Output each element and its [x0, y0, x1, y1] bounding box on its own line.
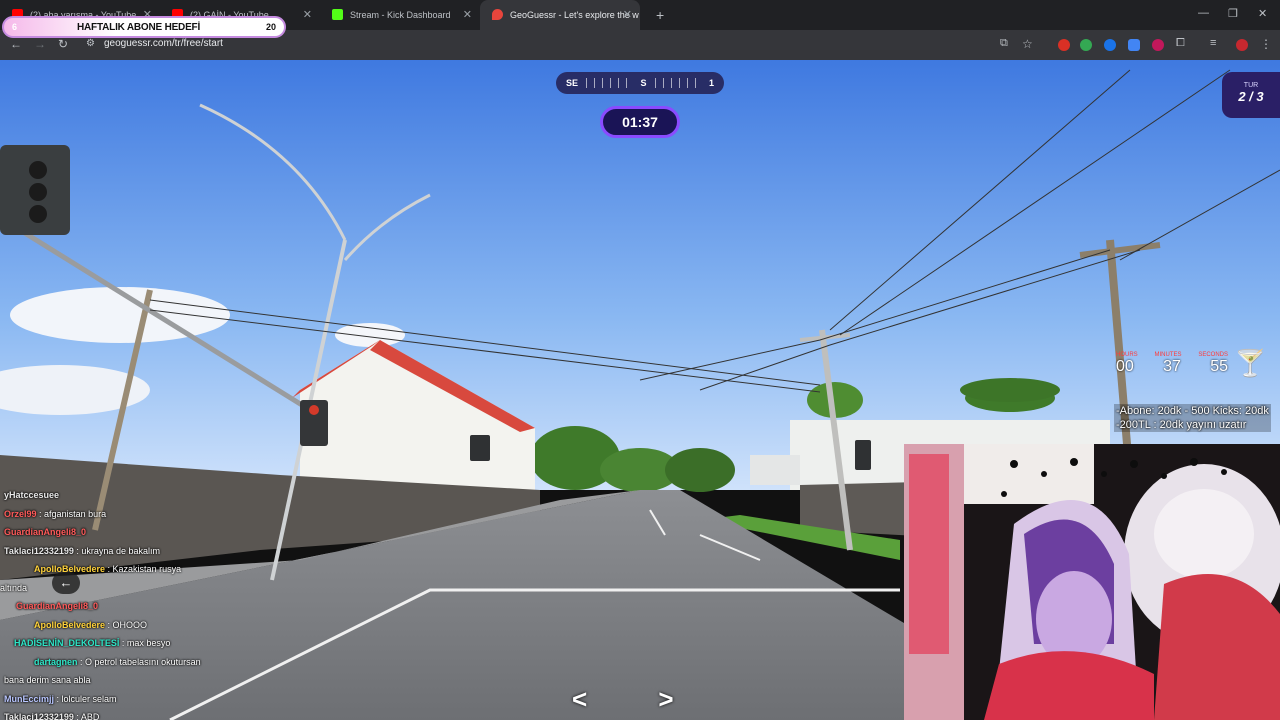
street-nav-arrows: < >	[572, 684, 738, 715]
chat-message: GuardianAngeli8_0	[16, 601, 99, 611]
forward-icon[interactable]: →	[34, 37, 46, 51]
profile-avatar[interactable]	[1236, 39, 1248, 51]
tab-kick-dashboard[interactable]: Stream - Kick Dashboard ✕	[320, 0, 480, 30]
compass-left-label: SE	[566, 78, 579, 88]
bookmark-star-icon[interactable]: ☆	[1022, 37, 1033, 51]
webcam-feed	[904, 444, 1280, 720]
move-left-arrow[interactable]: <	[572, 684, 587, 714]
close-icon[interactable]: ✕	[303, 8, 312, 21]
compass-right-label: 1	[709, 78, 715, 88]
chat-message: Taklaci12332199 : ABD	[4, 712, 100, 720]
tab-geoguessr[interactable]: GeoGuessr - Let's explore the w ✕	[480, 0, 640, 30]
move-right-arrow[interactable]: >	[658, 684, 673, 714]
back-arrow-icon[interactable]: ←	[52, 572, 80, 594]
new-tab-button[interactable]: +	[656, 7, 664, 23]
extension-icon[interactable]	[1058, 39, 1070, 51]
countdown-minutes: 37	[1163, 358, 1181, 375]
back-icon[interactable]: ←	[10, 37, 22, 51]
goal-left-count: 6	[12, 22, 18, 32]
tab-title: Stream - Kick Dashboard	[350, 10, 451, 20]
reload-icon[interactable]: ↻	[58, 37, 68, 51]
chat-message: Taklaci12332199 : ukrayna de bakalım	[4, 545, 160, 556]
close-icon[interactable]: ✕	[623, 8, 632, 21]
compass-bar: SE S 1	[556, 72, 724, 94]
round-label: TUR	[1243, 82, 1259, 89]
window-close-button[interactable]: ✕	[1258, 7, 1267, 20]
map-pin-icon	[492, 9, 503, 20]
chat-message: MunEccimjj : lolculer selam	[4, 693, 117, 704]
extension-icon[interactable]	[1080, 39, 1092, 51]
countdown-hours: 00	[1116, 358, 1134, 375]
reading-list-icon[interactable]: ≡	[1210, 37, 1216, 49]
stream-countdown: HOURS MINUTES SECONDS 00 37 55	[1112, 352, 1232, 376]
extension-icon[interactable]	[1152, 39, 1164, 51]
install-app-icon[interactable]: ⧉	[1000, 37, 1008, 50]
sub-info-line1: -Abone: 20dk - 500 Kicks: 20dk	[1116, 405, 1269, 417]
webcam-image	[904, 444, 1280, 720]
kick-icon	[332, 9, 343, 20]
chat-message: Orzel99 : afganistan bura	[4, 508, 107, 519]
close-icon[interactable]: ✕	[463, 8, 472, 21]
maximize-button[interactable]: ❐	[1228, 7, 1238, 20]
compass-center-label: S	[640, 78, 647, 88]
tab-title: GeoGuessr - Let's explore the w	[510, 10, 639, 20]
site-info-icon[interactable]: ⚙	[86, 38, 95, 49]
extensions-puzzle-icon[interactable]: ⧠	[1176, 37, 1185, 50]
sub-info-line2: -200TL : 20dk yayını uzatır	[1116, 419, 1247, 431]
chat-message: ApolloBelvedere : OHOOO	[34, 619, 148, 630]
chat-message: GuardianAngeli8_0	[4, 527, 87, 537]
extension-icon[interactable]	[1104, 39, 1116, 51]
goal-count: 20	[265, 22, 276, 32]
chat-message: HADİSENİN_DEKOLTESİ : max besyo	[14, 638, 171, 648]
round-indicator: TUR 2 / 3	[1222, 72, 1280, 118]
chat-message: yHatccesuee	[4, 490, 60, 500]
screen: (2) aba yarışma - YouTube ✕ (2) GAİN - Y…	[0, 0, 1280, 720]
countdown-seconds: 55	[1210, 358, 1228, 375]
address-bar[interactable]: geoguessr.com/tr/free/start	[104, 38, 223, 49]
chat-message: dartagnen : O petrol tabelasını okutursa…	[34, 656, 201, 667]
chat-message-continued: altında	[0, 582, 28, 593]
round-timer: 01:37	[600, 106, 680, 138]
compass-ticks	[586, 78, 633, 88]
menu-icon[interactable]: ⋮	[1260, 37, 1272, 51]
round-value: 2 / 3	[1238, 89, 1264, 104]
chat-message: ApolloBelvedere : Kazakistan rusya	[34, 564, 182, 574]
chat-message-continued: bana derim sana abla	[4, 675, 91, 685]
weekly-sub-goal-banner: 6 HAFTALIK ABONE HEDEFİ 20	[2, 16, 286, 38]
minimize-button[interactable]: —	[1198, 7, 1209, 19]
goal-text: HAFTALIK ABONE HEDEFİ	[77, 21, 201, 33]
extension-icon[interactable]	[1128, 39, 1140, 51]
cocktail-glass-icon: 🍸	[1234, 348, 1267, 378]
stream-chat: yHatccesuee Orzel99 : afganistan bura Gu…	[0, 486, 304, 720]
subscription-info: -Abone: 20dk - 500 Kicks: 20dk -200TL : …	[1114, 404, 1271, 432]
compass-ticks	[654, 78, 701, 88]
